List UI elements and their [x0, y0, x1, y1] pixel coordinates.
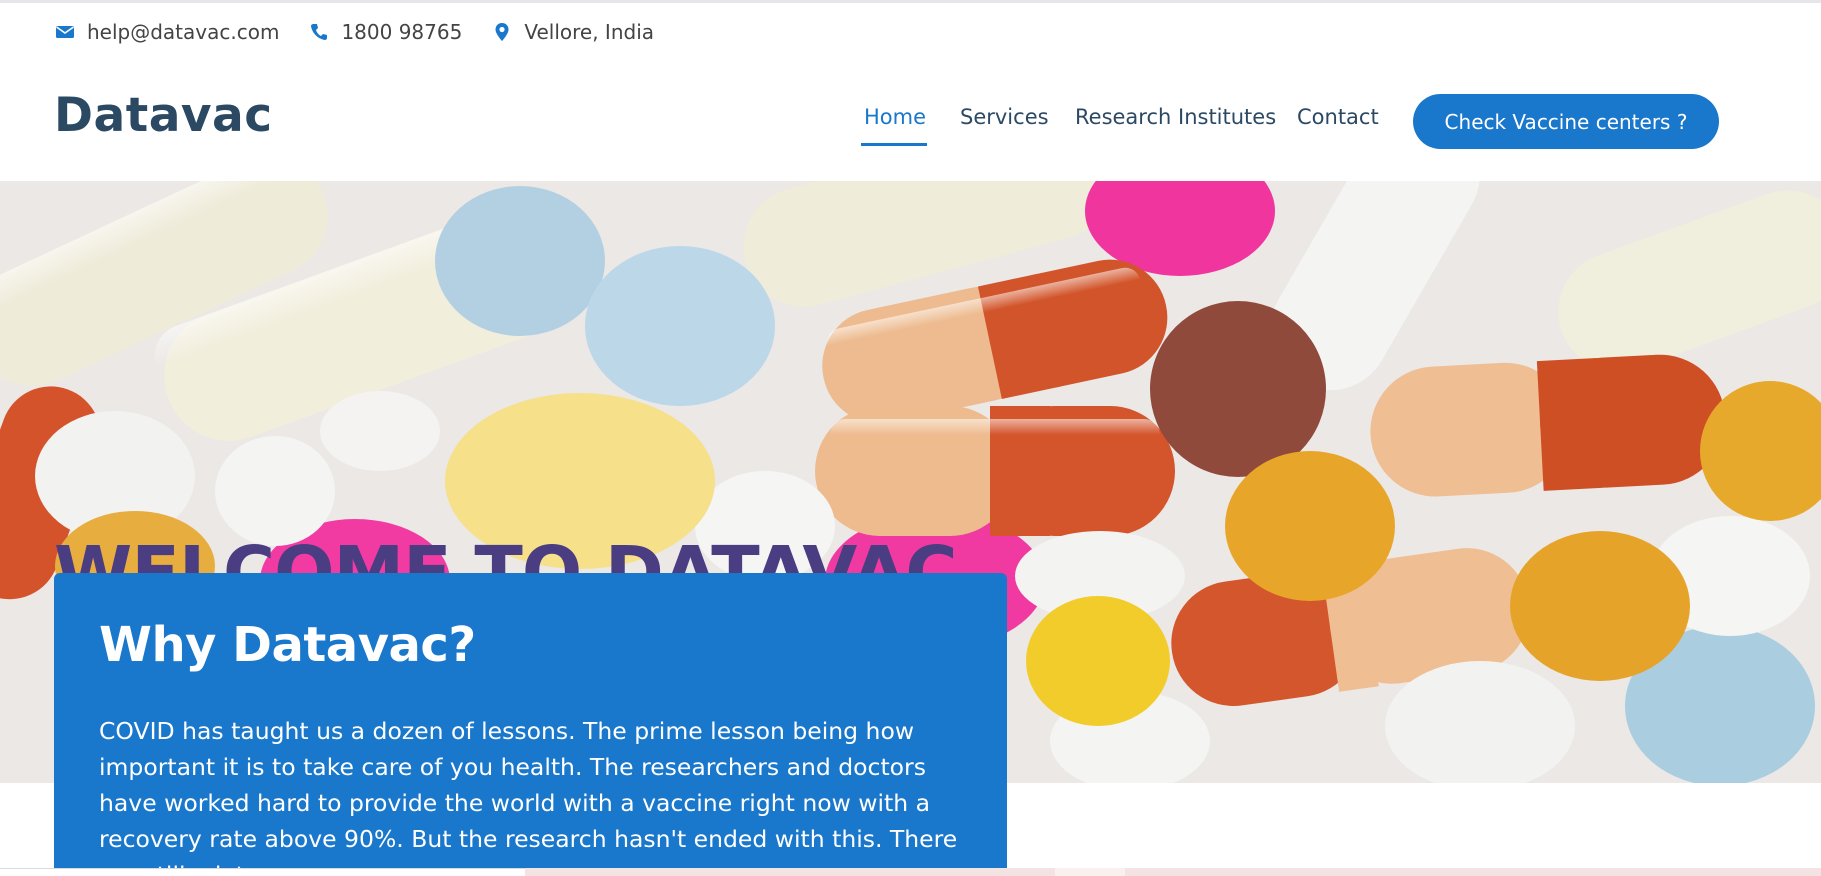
contact-phone-text: 1800 98765 — [341, 20, 463, 44]
site-logo[interactable]: Datavac — [54, 88, 273, 143]
bottom-section-edge — [0, 868, 1821, 876]
map-marker-icon — [492, 22, 512, 42]
nav-contact[interactable]: Contact — [1297, 105, 1379, 129]
contact-email[interactable]: help@datavac.com — [55, 20, 279, 44]
envelope-icon — [55, 22, 75, 42]
check-vaccine-centers-button[interactable]: Check Vaccine centers ? — [1413, 94, 1719, 149]
why-datavac-card: Why Datavac? COVID has taught us a dozen… — [54, 573, 1007, 876]
phone-icon — [309, 22, 329, 42]
contact-bar: help@datavac.com 1800 98765 Vellore, Ind… — [55, 18, 684, 46]
nav-active-indicator — [861, 143, 927, 146]
top-border — [0, 0, 1821, 3]
nav-home[interactable]: Home — [864, 105, 926, 129]
nav-research-institutes[interactable]: Research Institutes — [1075, 105, 1276, 129]
why-datavac-text: COVID has taught us a dozen of lessons. … — [99, 717, 958, 876]
why-datavac-title: Why Datavac? — [99, 617, 476, 673]
contact-phone[interactable]: 1800 98765 — [309, 20, 462, 44]
contact-location-text: Vellore, India — [524, 20, 655, 44]
contact-email-text: help@datavac.com — [87, 20, 280, 44]
nav-services[interactable]: Services — [960, 105, 1049, 129]
contact-location: Vellore, India — [492, 20, 654, 44]
